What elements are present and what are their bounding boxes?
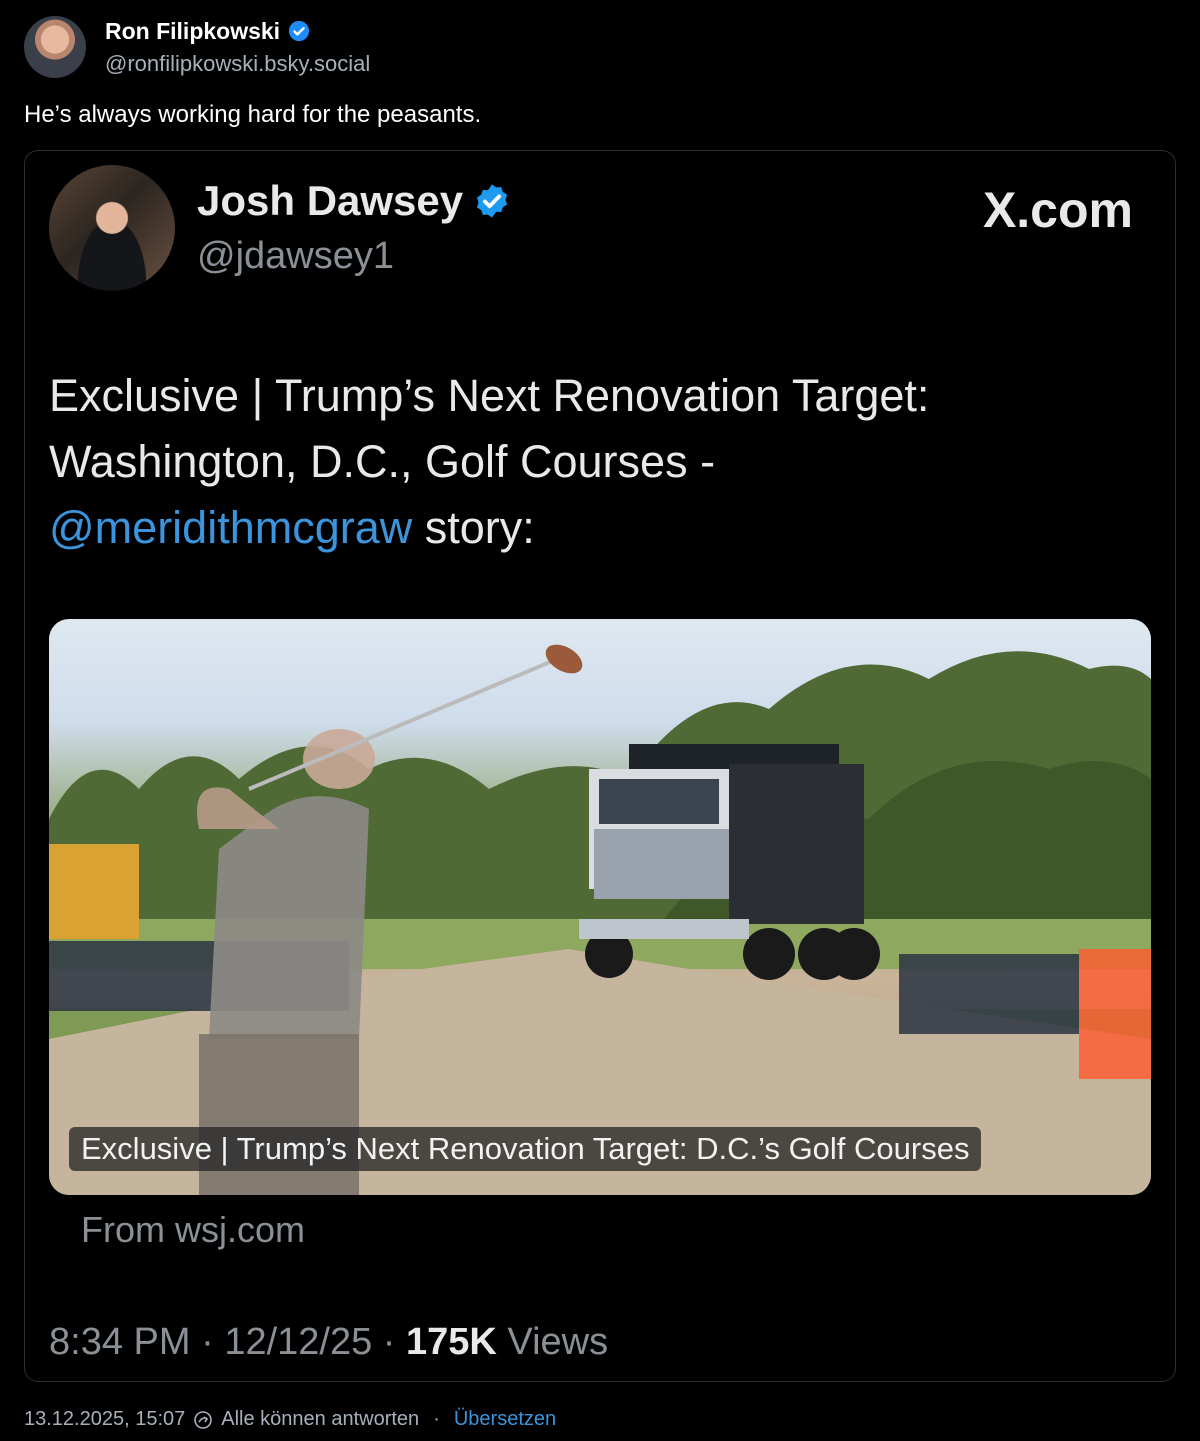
embed-dot-1: · — [190, 1321, 225, 1363]
embed-date: 12/12/25 — [224, 1321, 373, 1363]
author-name-row[interactable]: Ron Filipkowski — [105, 18, 370, 45]
reply-setting[interactable]: Alle können antworten — [221, 1408, 419, 1431]
embed-views-label: Views — [496, 1321, 609, 1363]
embed-time: 8:34 PM — [49, 1321, 191, 1363]
link-source: From wsj.com — [81, 1209, 305, 1250]
verified-badge-icon — [288, 20, 310, 42]
embed-author-name-row: Josh Dawsey — [197, 177, 511, 225]
embed-mention: @meridithmcgraw — [49, 502, 413, 553]
post-header: Ron Filipkowski @ronfilipkowski.bsky.soc… — [24, 16, 370, 78]
x-logo-label: X.com — [982, 182, 1133, 238]
embedded-image[interactable]: Josh Dawsey @jdawsey1 X.com Exclusive | … — [24, 150, 1176, 1382]
embed-text-part1: Exclusive | Trump’s Next Renovation Targ… — [49, 370, 930, 487]
post-text: He’s always working hard for the peasant… — [24, 101, 482, 128]
embed-text-part2: story: — [412, 502, 535, 553]
author-avatar[interactable] — [24, 16, 86, 78]
reply-setting-icon — [194, 1410, 213, 1429]
post-date[interactable]: 13.12.2025, 15:07 — [24, 1408, 185, 1431]
embed-meta: 8:34 PM · 12/12/25 · 175K Views — [49, 1321, 608, 1364]
embed-author-name: Josh Dawsey — [197, 177, 464, 224]
embed-dot-2: · — [372, 1321, 407, 1363]
author-handle[interactable]: @ronfilipkowski.bsky.social — [105, 51, 370, 77]
golf-course-photo — [49, 644, 1151, 1195]
embed-views-count: 175K — [406, 1321, 497, 1363]
post-footer: 13.12.2025, 15:07 Alle können antworten … — [24, 1408, 556, 1431]
embed-author-avatar — [49, 165, 175, 291]
author-name[interactable]: Ron Filipkowski — [105, 18, 280, 45]
link-card-image: Exclusive | Trump’s Next Renovation Targ… — [49, 619, 1151, 1195]
link-card-caption: Exclusive | Trump’s Next Renovation Targ… — [69, 1127, 982, 1171]
embed-verified-badge-icon — [477, 184, 508, 218]
author-info: Ron Filipkowski @ronfilipkowski.bsky.soc… — [105, 18, 370, 77]
translate-link[interactable]: Übersetzen — [454, 1408, 556, 1431]
embed-author-handle: @jdawsey1 — [197, 235, 394, 277]
footer-separator: · — [433, 1408, 440, 1430]
embed-tweet-text: Exclusive | Trump’s Next Renovation Targ… — [49, 363, 1129, 561]
